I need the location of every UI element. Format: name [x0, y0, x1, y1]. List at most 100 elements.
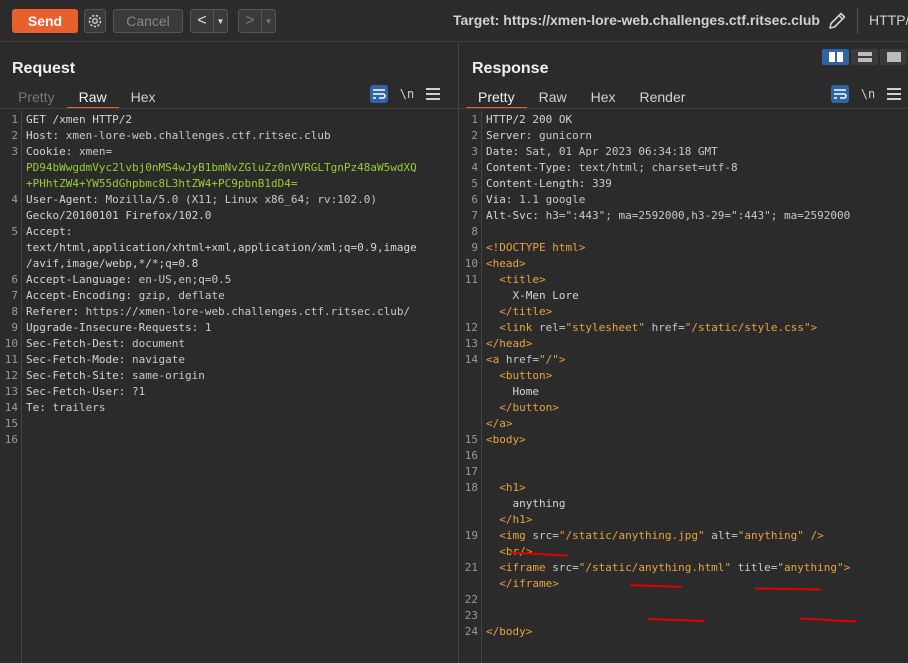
forward-history-dropdown[interactable]: ▼: [261, 10, 275, 32]
html-token: >: [810, 321, 818, 334]
cookie-value: PD94bWwgdmVyc2lvbj0nMS4wJyB1bmNvZGluZz0n…: [26, 161, 417, 174]
html-token: <img: [499, 529, 533, 542]
tab-render[interactable]: Render: [628, 86, 698, 108]
header-value: ?1: [131, 385, 146, 398]
line-content: Accept-Language: en-US,en;q=0.5: [26, 273, 232, 286]
back-history-dropdown[interactable]: ▼: [213, 10, 227, 32]
tab-raw[interactable]: Raw: [527, 86, 579, 108]
tab-hex[interactable]: Hex: [579, 86, 628, 108]
settings-button[interactable]: [84, 9, 106, 33]
tab-raw[interactable]: Raw: [66, 86, 119, 109]
line-content: Sec-Fetch-Mode: navigate: [26, 353, 185, 366]
html-token: <title>: [499, 273, 546, 286]
request-editor[interactable]: 1 GET /xmen HTTP/2 2 Host: xmen-lore-web.ch…: [0, 110, 458, 663]
wrap-toggle-button[interactable]: [370, 85, 388, 103]
line-content: HTTP/2 200 OK: [486, 112, 572, 128]
line-number: 12: [464, 321, 478, 334]
tab-pretty[interactable]: Pretty: [6, 86, 67, 108]
line-content: </h1>: [486, 512, 532, 528]
line-number: 13: [464, 337, 478, 350]
tab-pretty[interactable]: Pretty: [466, 86, 527, 109]
line-number: 17: [464, 465, 478, 478]
response-editor[interactable]: 1 HTTP/2 200 OK 2 Server: gunicorn 3 Date: Sa…: [460, 110, 908, 663]
line-content: <head>: [486, 256, 526, 272]
line-number: 7: [471, 209, 478, 222]
html-token: "anything": [777, 561, 844, 574]
code-line: 5 Content-Length: 339: [460, 176, 908, 192]
newline-toggle-button[interactable]: \n: [859, 87, 877, 101]
line-content: Alt-Svc: h3=":443"; ma=2592000,h3-29=":4…: [486, 209, 851, 222]
line-content: </button>: [486, 400, 559, 416]
header-value: gzip, deflate: [138, 289, 225, 302]
layout-side-by-side-button[interactable]: [822, 49, 849, 65]
request-tools: \n: [370, 85, 440, 103]
code-line: +PHhtZW4+YW55dGhpbmc8L3htZW4+PC9pbnB1dD4…: [0, 176, 458, 192]
single-pane-icon: [886, 52, 901, 62]
line-content: Cookie: xmen=: [26, 145, 113, 158]
code-line: 12 Sec-Fetch-Site: same-origin: [0, 368, 458, 384]
line-number: 14: [4, 401, 18, 414]
code-line: 16: [460, 448, 908, 464]
code-line: </button>: [460, 400, 908, 416]
send-button[interactable]: Send: [12, 9, 78, 33]
response-title: Response: [472, 60, 549, 77]
header-value: xmen=: [79, 145, 113, 158]
line-content: </head>: [486, 336, 532, 352]
layout-stacked-button[interactable]: [851, 49, 878, 65]
menu-icon[interactable]: [426, 88, 440, 100]
header-value: navigate: [131, 353, 185, 366]
line-number: 13: [4, 385, 18, 398]
code-line: 8: [460, 224, 908, 240]
menu-icon[interactable]: [887, 88, 901, 100]
line-content: anything: [486, 496, 565, 512]
line-number: 3: [471, 145, 478, 158]
layout-tabs-button[interactable]: [880, 49, 907, 65]
code-line: </a>: [460, 416, 908, 432]
header-value: 1.1 google: [519, 193, 586, 206]
protocol-label: HTTP/: [869, 12, 908, 28]
header-name: Content-Length: [486, 177, 579, 190]
code-line: 4 Content-Type: text/html; charset=utf-8: [460, 160, 908, 176]
line-content: X-Men Lore: [486, 288, 578, 304]
header-value: gunicorn: [539, 129, 592, 142]
code-line: 2 Host: xmen-lore-web.challenges.ctf.rits…: [0, 128, 458, 144]
newline-toggle-button[interactable]: \n: [398, 87, 416, 101]
tab-hex[interactable]: Hex: [119, 86, 168, 108]
line-text: /avif,image/webp,*/*;q=0.8: [26, 257, 199, 270]
edit-target-button[interactable]: [826, 10, 848, 32]
line-number: 10: [464, 257, 478, 270]
code-line: text/html,application/xhtml+xml,applicat…: [0, 240, 458, 256]
code-line: 1 GET /xmen HTTP/2: [0, 112, 458, 128]
code-line: 1 HTTP/2 200 OK: [460, 112, 908, 128]
line-content: </iframe>: [486, 576, 559, 592]
line-number: 14: [464, 353, 478, 366]
code-line: 7 Alt-Svc: h3=":443"; ma=2592000,h3-29=":…: [460, 208, 908, 224]
code-line: 2 Server: gunicorn: [460, 128, 908, 144]
line-number: 11: [4, 353, 18, 366]
line-number: 3: [11, 145, 18, 158]
forward-button[interactable]: >: [239, 10, 261, 32]
line-content: <!DOCTYPE html>: [486, 240, 585, 256]
header-value: xmen-lore-web.challenges.ctf.ritsec.club: [65, 129, 331, 142]
cancel-button[interactable]: Cancel: [113, 9, 183, 33]
code-line: 14 Te: trailers: [0, 400, 458, 416]
html-token: <iframe: [499, 561, 553, 574]
code-line: 8 Referer: https://xmen-lore-web.challeng…: [0, 304, 458, 320]
code-line: 17: [460, 464, 908, 480]
header-name: Upgrade-Insecure-Requests: [26, 321, 192, 334]
line-content: Accept:: [26, 225, 79, 238]
html-token: src=: [552, 561, 579, 574]
back-button[interactable]: <: [191, 10, 213, 32]
line-content: </title>: [486, 304, 552, 320]
code-line: 10 Sec-Fetch-Dest: document: [0, 336, 458, 352]
line-content: Content-Type: text/html; charset=utf-8: [486, 161, 738, 174]
code-line: 4 User-Agent: Mozilla/5.0 (X11; Linux x86…: [0, 192, 458, 208]
html-token: [486, 369, 499, 382]
pencil-icon: [829, 12, 846, 29]
code-line: 16: [0, 432, 458, 448]
line-number: 4: [471, 161, 478, 174]
html-token: [486, 481, 499, 494]
wrap-toggle-button[interactable]: [831, 85, 849, 103]
header-value: Mozilla/5.0 (X11; Linux x86_64; rv:102.0…: [105, 193, 378, 206]
line-content: Referer: https://xmen-lore-web.challenge…: [26, 305, 411, 318]
